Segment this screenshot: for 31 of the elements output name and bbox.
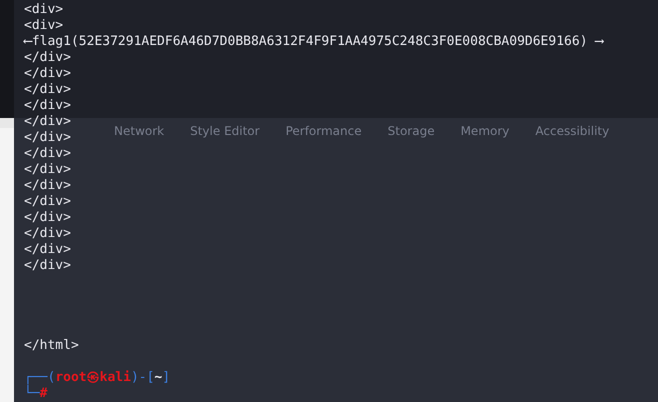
prompt-directory: ~	[154, 370, 162, 386]
terminal-output-line: </div>	[24, 178, 71, 194]
terminal-output-line: </div>	[24, 194, 71, 210]
terminal-output-line: ⟵flag1(52E37291AEDF6A46D7D0BB8A6312F4F9F1AA4975C248C3F0E008CBA09D6E9166) ⟶	[24, 34, 604, 50]
terminal-output-line: </div>	[24, 82, 71, 98]
terminal-output-line: </div>	[24, 146, 71, 162]
terminal-output-line: </div>	[24, 162, 71, 178]
prompt-frame: └─	[24, 386, 40, 402]
terminal-output-line: <div>	[24, 18, 64, 34]
devtools-tab[interactable]: Style Editor	[190, 124, 260, 138]
terminal-output-line: </div>	[24, 210, 71, 226]
terminal-output-line: </div>	[24, 50, 71, 66]
terminal-output-line: <div>	[24, 2, 64, 18]
devtools-tab[interactable]: Network	[114, 124, 164, 138]
terminal-output-line: </div>	[24, 226, 71, 242]
prompt-frame: ┌──(	[24, 370, 56, 386]
terminal-output-line: </div>	[24, 114, 71, 130]
terminal-output-line: </div>	[24, 130, 71, 146]
prompt-frame: )-[	[130, 370, 154, 386]
devtools-tab[interactable]: Memory	[460, 124, 510, 138]
prompt-user: root㉿kali	[55, 370, 131, 386]
terminal-output-line: </div>	[24, 66, 71, 82]
terminal-output-line: </div>	[24, 242, 71, 258]
prompt-user: #	[40, 386, 48, 402]
devtools-tab[interactable]: Accessibility	[535, 124, 610, 138]
terminal-output-line: </div>	[24, 98, 71, 114]
devtools-tab[interactable]: Performance	[286, 124, 362, 138]
devtools-tab[interactable]: Storage	[388, 124, 435, 138]
terminal-output-line: </html>	[24, 338, 79, 354]
terminal-output-line: </div>	[24, 258, 71, 274]
prompt-frame: ]	[162, 370, 170, 386]
